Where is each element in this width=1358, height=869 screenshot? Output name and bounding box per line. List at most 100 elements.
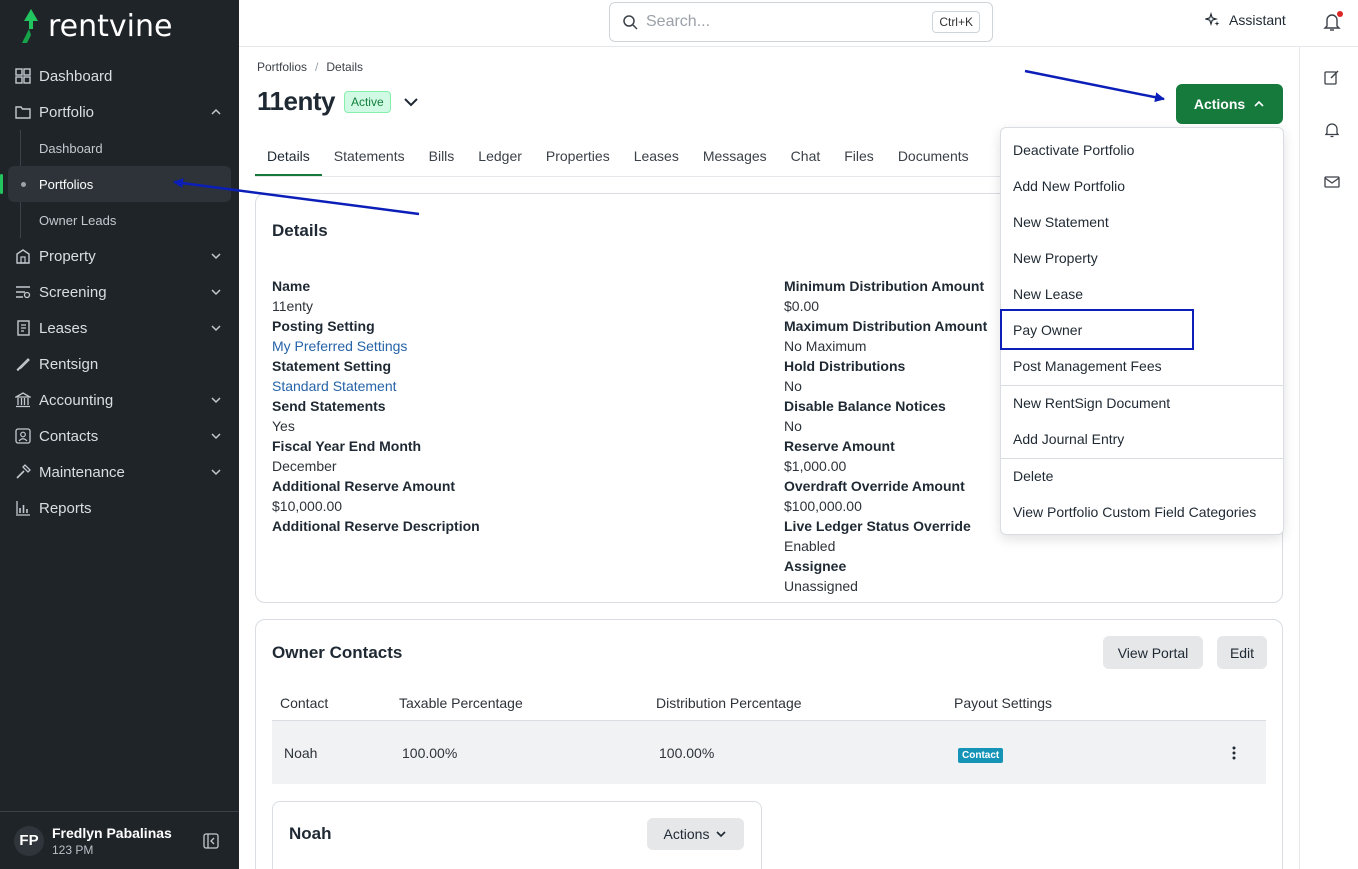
- posting-setting-link[interactable]: My Preferred Settings: [272, 336, 480, 356]
- chevron-down-icon: [211, 289, 221, 296]
- sidebar-item-accounting[interactable]: Accounting: [0, 382, 239, 418]
- actions-button[interactable]: Actions: [1176, 84, 1283, 124]
- sidebar-subitem-dashboard[interactable]: Dashboard: [0, 130, 239, 166]
- chevron-down-icon: [211, 397, 221, 404]
- field-label: Maximum Distribution Amount: [784, 318, 988, 334]
- breadcrumb-portfolios[interactable]: Portfolios: [257, 60, 307, 74]
- column-header-payout: Payout Settings: [954, 695, 1053, 711]
- menu-item-new-property[interactable]: New Property: [1001, 240, 1283, 276]
- sidebar-item-screening[interactable]: Screening: [0, 274, 239, 310]
- rentsign-icon: [14, 355, 32, 373]
- collapse-sidebar-icon[interactable]: [203, 832, 219, 849]
- field-value: $10,000.00: [272, 498, 343, 514]
- user-info: Fredlyn Pabalinas 123 PM: [52, 825, 203, 857]
- contacts-icon: [14, 427, 32, 445]
- menu-item-add-journal-entry[interactable]: Add Journal Entry: [1001, 421, 1283, 457]
- owner-contacts-card: Owner Contacts View Portal Edit Contact …: [255, 619, 1283, 869]
- menu-item-new-statement[interactable]: New Statement: [1001, 204, 1283, 240]
- tab-documents[interactable]: Documents: [886, 138, 981, 176]
- breadcrumb: Portfolios / Details: [257, 60, 363, 74]
- view-portal-button[interactable]: View Portal: [1103, 636, 1203, 669]
- field-label: Name: [272, 278, 311, 294]
- tab-files[interactable]: Files: [832, 138, 886, 176]
- sidebar-subitem-label: Owner Leads: [39, 212, 117, 228]
- contact-link[interactable]: Noah: [284, 745, 317, 761]
- field-value: $1,000.00: [784, 458, 847, 474]
- accounting-icon: [14, 391, 32, 409]
- field-label: Overdraft Override Amount: [784, 478, 965, 494]
- tab-statements[interactable]: Statements: [322, 138, 417, 176]
- tab-chat[interactable]: Chat: [779, 138, 833, 176]
- sidebar-item-contacts[interactable]: Contacts: [0, 418, 239, 454]
- field-value: December: [272, 458, 337, 474]
- sidebar-subitem-owner-leads[interactable]: Owner Leads: [0, 202, 239, 238]
- search-icon: [623, 15, 638, 30]
- details-title: Details: [272, 221, 328, 240]
- menu-item-new-lease[interactable]: New Lease: [1001, 276, 1283, 312]
- payout-badge: Contact: [958, 748, 1004, 763]
- sidebar-item-leases[interactable]: Leases: [0, 310, 239, 346]
- reports-icon: [14, 499, 32, 517]
- field-value: No Maximum: [784, 338, 867, 354]
- sidebar-item-label: Reports: [39, 499, 92, 517]
- assistant-label: Assistant: [1229, 12, 1286, 28]
- brand-logo[interactable]: rentvine: [18, 8, 172, 44]
- field-value: $0.00: [784, 298, 820, 314]
- statement-setting-link[interactable]: Standard Statement: [272, 376, 480, 396]
- property-icon: [14, 247, 32, 265]
- rentvine-logo-icon: [22, 9, 38, 43]
- menu-item-view-custom-field-categories[interactable]: View Portfolio Custom Field Categories: [1001, 494, 1283, 530]
- view-portal-label: View Portal: [1117, 644, 1189, 661]
- details-left-column: Name 11enty Posting Setting My Preferred…: [272, 276, 480, 536]
- kebab-menu-icon[interactable]: [1228, 745, 1240, 761]
- status-badge: Active: [343, 90, 391, 113]
- chevron-up-icon: [211, 108, 221, 115]
- tab-bills[interactable]: Bills: [417, 138, 467, 176]
- search-placeholder: Search...: [646, 13, 711, 30]
- sidebar-item-maintenance[interactable]: Maintenance: [0, 454, 239, 490]
- field-value: Enabled: [784, 538, 836, 554]
- sidebar-item-label: Screening: [39, 283, 107, 301]
- menu-item-post-management-fees[interactable]: Post Management Fees: [1001, 348, 1283, 384]
- owner-contacts-title: Owner Contacts: [272, 643, 403, 662]
- sidebar-item-dashboard[interactable]: Dashboard: [0, 58, 239, 94]
- chevron-down-icon: [716, 831, 727, 838]
- sidebar-nav: Dashboard Portfolio Dashboard Portfolios…: [0, 58, 239, 526]
- chevron-down-icon: [211, 325, 221, 332]
- subcard-actions-button[interactable]: Actions: [647, 818, 744, 850]
- menu-item-add-new-portfolio[interactable]: Add New Portfolio: [1001, 168, 1283, 204]
- tab-leases[interactable]: Leases: [622, 138, 691, 176]
- sidebar-item-reports[interactable]: Reports: [0, 490, 239, 526]
- menu-item-new-rentsign-document[interactable]: New RentSign Document: [1001, 385, 1283, 421]
- sparkle-icon: [1205, 12, 1220, 26]
- edit-button[interactable]: Edit: [1217, 636, 1267, 669]
- sidebar-subitem-portfolios[interactable]: Portfolios: [0, 166, 231, 202]
- search-input[interactable]: Search... Ctrl+K: [609, 2, 993, 42]
- user-profile[interactable]: FP Fredlyn Pabalinas 123 PM: [0, 811, 239, 869]
- field-label: Additional Reserve Amount: [272, 478, 456, 494]
- tab-properties[interactable]: Properties: [534, 138, 622, 176]
- column-header-taxable: Taxable Percentage: [399, 695, 523, 711]
- tab-messages[interactable]: Messages: [691, 138, 779, 176]
- chevron-down-icon[interactable]: [403, 94, 419, 110]
- field-value: 11enty: [272, 298, 313, 314]
- mail-icon[interactable]: [1324, 174, 1340, 190]
- brand-name: rentvine: [48, 8, 173, 44]
- assistant-button[interactable]: Assistant: [1205, 12, 1286, 28]
- sidebar-item-rentsign[interactable]: Rentsign: [0, 346, 239, 382]
- tab-bar: Details Statements Bills Ledger Properti…: [255, 138, 981, 176]
- sidebar-item-property[interactable]: Property: [0, 238, 239, 274]
- menu-item-delete[interactable]: Delete: [1001, 458, 1283, 494]
- notification-dot: [1337, 11, 1343, 17]
- sidebar-item-portfolio[interactable]: Portfolio: [0, 94, 239, 130]
- sidebar-item-label: Dashboard: [39, 67, 113, 85]
- field-label: Send Statements: [272, 398, 386, 414]
- tab-ledger[interactable]: Ledger: [466, 138, 534, 176]
- subcard-actions-label: Actions: [663, 826, 710, 842]
- bell-icon[interactable]: [1324, 122, 1340, 138]
- tab-details[interactable]: Details: [255, 138, 322, 176]
- subcard-title: Noah: [289, 824, 332, 843]
- menu-item-deactivate-portfolio[interactable]: Deactivate Portfolio: [1001, 132, 1283, 168]
- notes-icon[interactable]: [1324, 69, 1340, 85]
- column-header-distribution: Distribution Percentage: [656, 695, 802, 711]
